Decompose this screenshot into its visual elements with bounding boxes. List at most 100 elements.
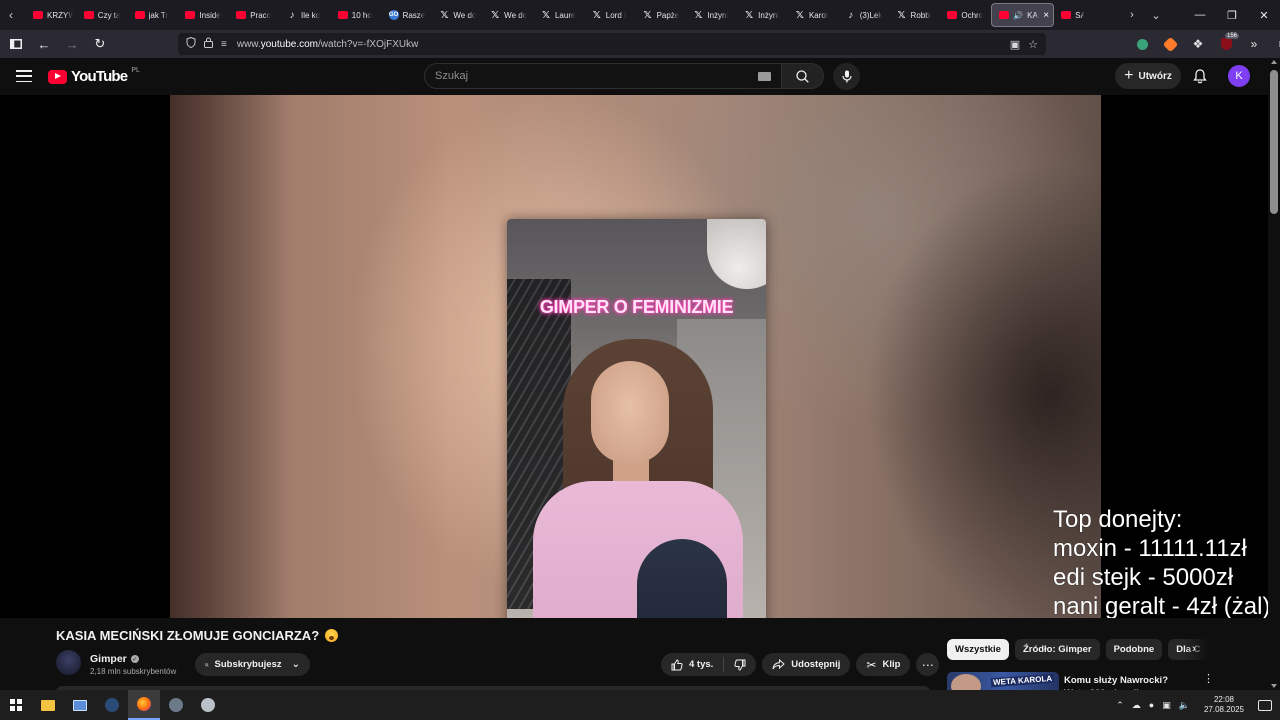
donations-line: edi stejk - 5000zł	[1053, 564, 1234, 591]
tab-close-icon[interactable]: ×	[1043, 10, 1049, 21]
tracking-shield-icon[interactable]	[186, 36, 196, 51]
more-vertical-icon[interactable]: ⋮	[1203, 672, 1214, 685]
app-button[interactable]	[192, 690, 224, 720]
recommended-video[interactable]: WETA KAROLA Komu służy Nawrocki? Weto 80…	[947, 672, 1247, 690]
picture-in-picture-icon[interactable]: ▣	[1010, 38, 1020, 51]
create-button[interactable]: + Utwórz	[1115, 63, 1181, 89]
tab[interactable]: 𝕏 Karol	[788, 3, 839, 27]
tab[interactable]: SAD	[1054, 3, 1088, 27]
close-window-icon[interactable]: ✕	[1248, 0, 1280, 30]
page-scrollbar[interactable]	[1268, 58, 1280, 690]
url-path: /watch?v=-fXOjFXUkw	[318, 38, 419, 50]
overflow-chevron-icon[interactable]: »	[1242, 32, 1266, 56]
tab[interactable]: Praco	[229, 3, 280, 27]
tab[interactable]: KRZYŴ	[26, 3, 77, 27]
channel-name[interactable]: Gimper ✓	[90, 653, 139, 665]
tab[interactable]: 𝕏 Papże	[636, 3, 687, 27]
recommended-title[interactable]: Komu służy Nawrocki? Weto 800 plus dla U…	[1064, 674, 1192, 690]
tab[interactable]: 𝕏 Inżyni	[737, 3, 788, 27]
chip-for-you[interactable]: Dla C	[1168, 639, 1207, 660]
shield-extension-icon[interactable]	[1130, 32, 1154, 56]
bookmark-star-icon[interactable]: ☆	[1028, 38, 1038, 51]
tab[interactable]: ♪ (3)Lek	[839, 3, 890, 27]
tab[interactable]: Czy ta	[77, 3, 128, 27]
firefox-button[interactable]	[128, 690, 160, 720]
puzzle-extensions-icon[interactable]: ❖	[1186, 32, 1210, 56]
notification-center-icon[interactable]	[1258, 699, 1272, 711]
guide-menu-icon[interactable]	[15, 68, 33, 84]
network-icon[interactable]: ▣	[1162, 700, 1171, 711]
minimize-icon[interactable]: —	[1184, 0, 1216, 30]
back-icon[interactable]: ←	[32, 32, 56, 56]
app-button[interactable]	[160, 690, 192, 720]
permissions-icon[interactable]: ≡	[221, 39, 227, 50]
more-actions-button[interactable]: ⋯	[916, 653, 940, 676]
voice-search-button[interactable]	[833, 63, 860, 90]
app-menu-icon[interactable]: ≡	[1270, 32, 1280, 56]
ublock-extension-icon[interactable]: 156	[1214, 32, 1239, 56]
tab[interactable]: 𝕏 We do	[432, 3, 483, 27]
steam-button[interactable]	[96, 690, 128, 720]
sidebar-toggle-icon[interactable]	[4, 32, 28, 56]
address-bar[interactable]: ≡ www.youtube.com/watch?v=-fXOjFXUkw ▣ ☆	[178, 33, 1046, 55]
clock[interactable]: 22:08 27.08.2025	[1204, 695, 1244, 715]
recommended-thumbnail[interactable]: WETA KAROLA	[947, 672, 1059, 690]
dislike-button[interactable]	[724, 653, 756, 676]
tab[interactable]: Inside	[178, 3, 229, 27]
restore-icon[interactable]: ❐	[1216, 0, 1248, 30]
monitor-app-button[interactable]	[64, 690, 96, 720]
chip-source[interactable]: Źródło: Gimper	[1014, 639, 1100, 660]
tab-scroll-right-icon[interactable]: ›	[1120, 0, 1144, 30]
scroll-up-icon[interactable]	[1271, 60, 1277, 64]
lock-icon[interactable]	[204, 37, 213, 51]
x-favicon-icon: 𝕏	[541, 9, 550, 21]
tab[interactable]: 𝕏 Inżyni	[686, 3, 737, 27]
tab-scroll-left-icon[interactable]: ‹	[0, 0, 22, 30]
chips-next-chevron-icon[interactable]: ›	[1192, 643, 1196, 655]
list-all-tabs-icon[interactable]: ⌄	[1144, 0, 1168, 30]
tab[interactable]: ♪ Ile ko	[280, 3, 331, 27]
search-input[interactable]	[435, 70, 758, 82]
volume-icon[interactable]: 🔈	[1179, 700, 1190, 711]
tab[interactable]: 𝕏 Lord I	[585, 3, 636, 27]
youtube-logo[interactable]: YouTube PL	[48, 67, 140, 85]
fox-extension-icon[interactable]	[1158, 32, 1182, 56]
tab[interactable]: Ochro	[940, 3, 991, 27]
channel-avatar[interactable]	[56, 650, 81, 675]
notifications-button[interactable]	[1190, 66, 1210, 86]
start-button[interactable]	[0, 690, 32, 720]
subscribed-button[interactable]: Subskrybujesz ⌄	[195, 653, 310, 676]
share-button[interactable]: Udostępnij	[762, 653, 851, 676]
more-horizontal-icon: ⋯	[921, 657, 934, 672]
chip-similar[interactable]: Podobne	[1105, 639, 1163, 660]
tab-active[interactable]: 🔊 KAS ×	[991, 3, 1055, 27]
tab[interactable]: GO Rasze	[382, 3, 433, 27]
keyboard-icon[interactable]	[758, 71, 771, 81]
tab[interactable]: 𝕏 Robbi	[890, 3, 941, 27]
video-player[interactable]: GIMPER O FEMINIZMIE Top donejty: moxin -…	[0, 95, 1268, 618]
reload-icon[interactable]: ↻	[88, 32, 112, 56]
url-text[interactable]: www.youtube.com/watch?v=-fXOjFXUkw	[237, 39, 418, 50]
tray-overflow-chevron-icon[interactable]: ⌃	[1116, 700, 1124, 711]
tab[interactable]: jak Tr	[128, 3, 179, 27]
tab[interactable]: 10 ho	[331, 3, 382, 27]
window-controls: — ❐ ✕	[1184, 0, 1280, 30]
youtube-favicon-icon	[236, 11, 247, 19]
scrollbar-thumb[interactable]	[1270, 70, 1278, 214]
search-button[interactable]	[782, 63, 824, 89]
scroll-down-icon[interactable]	[1271, 684, 1277, 688]
account-avatar[interactable]: K	[1228, 65, 1250, 87]
microphone-tray-icon[interactable]: ●	[1149, 700, 1154, 710]
tab-title: Laure	[554, 10, 576, 20]
logo-text: YouTube	[71, 68, 128, 85]
clip-button[interactable]: ✂ Klip	[856, 653, 911, 676]
like-button[interactable]: 4 tys.	[661, 653, 723, 676]
forward-icon[interactable]: →	[60, 32, 84, 56]
chip-all[interactable]: Wszystkie	[947, 639, 1009, 660]
cloud-icon[interactable]: ☁	[1132, 700, 1141, 711]
tab-title: jak Tr	[148, 10, 169, 20]
tab[interactable]: 𝕏 Laure	[534, 3, 585, 27]
tab[interactable]: 𝕏 We do	[483, 3, 534, 27]
file-explorer-button[interactable]	[32, 690, 64, 720]
speaker-icon[interactable]: 🔊	[1013, 11, 1023, 20]
